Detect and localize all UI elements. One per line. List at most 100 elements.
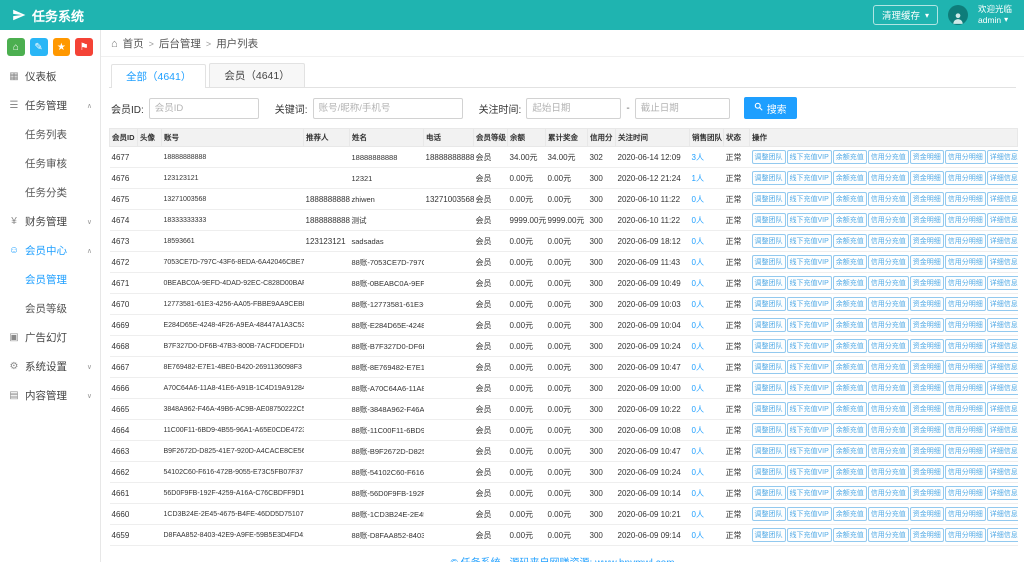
- keyword-input[interactable]: [313, 98, 463, 119]
- action-offline-recharge-vip-button[interactable]: 线下充值VIP: [787, 381, 832, 395]
- action-adjust-team-button[interactable]: 调整团队: [752, 528, 786, 542]
- action-credit-recharge-button[interactable]: 信用分充值: [868, 150, 909, 164]
- action-detail-info-button[interactable]: 详细信息: [987, 297, 1018, 311]
- action-fund-details-button[interactable]: 资金明细: [910, 486, 944, 500]
- action-balance-recharge-button[interactable]: 余额充值: [833, 213, 867, 227]
- action-credit-recharge-button[interactable]: 信用分充值: [868, 465, 909, 479]
- action-credit-details-button[interactable]: 信用分明细: [945, 255, 986, 269]
- sales-team-link[interactable]: 0人: [692, 258, 704, 267]
- action-adjust-team-button[interactable]: 调整团队: [752, 486, 786, 500]
- sales-team-link[interactable]: 0人: [692, 531, 704, 540]
- action-offline-recharge-vip-button[interactable]: 线下充值VIP: [787, 339, 832, 353]
- action-fund-details-button[interactable]: 资金明细: [910, 339, 944, 353]
- action-adjust-team-button[interactable]: 调整团队: [752, 234, 786, 248]
- clear-cache-button[interactable]: 清理缓存 ▾: [873, 5, 938, 25]
- action-detail-info-button[interactable]: 详细信息: [987, 192, 1018, 206]
- action-credit-recharge-button[interactable]: 信用分充值: [868, 234, 909, 248]
- action-fund-details-button[interactable]: 资金明细: [910, 444, 944, 458]
- sales-team-link[interactable]: 3人: [692, 153, 704, 162]
- sales-team-link[interactable]: 0人: [692, 510, 704, 519]
- sales-team-link[interactable]: 0人: [692, 300, 704, 309]
- action-offline-recharge-vip-button[interactable]: 线下充值VIP: [787, 297, 832, 311]
- action-adjust-team-button[interactable]: 调整团队: [752, 255, 786, 269]
- breadcrumb-item[interactable]: 用户列表: [216, 36, 258, 51]
- action-detail-info-button[interactable]: 详细信息: [987, 150, 1018, 164]
- action-fund-details-button[interactable]: 资金明细: [910, 276, 944, 290]
- action-adjust-team-button[interactable]: 调整团队: [752, 297, 786, 311]
- action-offline-recharge-vip-button[interactable]: 线下充值VIP: [787, 528, 832, 542]
- action-credit-recharge-button[interactable]: 信用分充值: [868, 276, 909, 290]
- action-detail-info-button[interactable]: 详细信息: [987, 276, 1018, 290]
- action-credit-details-button[interactable]: 信用分明细: [945, 402, 986, 416]
- footer-link[interactable]: www.hnymwl.com: [595, 558, 674, 562]
- sales-team-link[interactable]: 0人: [692, 447, 704, 456]
- action-detail-info-button[interactable]: 详细信息: [987, 318, 1018, 332]
- sales-team-link[interactable]: 0人: [692, 468, 704, 477]
- sales-team-link[interactable]: 0人: [692, 321, 704, 330]
- action-adjust-team-button[interactable]: 调整团队: [752, 192, 786, 206]
- sales-team-link[interactable]: 0人: [692, 195, 704, 204]
- action-balance-recharge-button[interactable]: 余额充值: [833, 381, 867, 395]
- sidebar-subitem-task-list[interactable]: 任务列表: [0, 120, 100, 149]
- action-fund-details-button[interactable]: 资金明细: [910, 423, 944, 437]
- action-credit-recharge-button[interactable]: 信用分充值: [868, 171, 909, 185]
- sales-team-link[interactable]: 0人: [692, 237, 704, 246]
- sidebar-item-content-management[interactable]: ▤内容管理∨: [0, 381, 100, 410]
- sales-team-link[interactable]: 0人: [692, 363, 704, 372]
- action-fund-details-button[interactable]: 资金明细: [910, 150, 944, 164]
- home-icon[interactable]: ⌂: [7, 38, 25, 56]
- action-fund-details-button[interactable]: 资金明细: [910, 213, 944, 227]
- action-balance-recharge-button[interactable]: 余额充值: [833, 339, 867, 353]
- action-fund-details-button[interactable]: 资金明细: [910, 507, 944, 521]
- action-balance-recharge-button[interactable]: 余额充值: [833, 171, 867, 185]
- avatar[interactable]: [948, 5, 968, 25]
- action-fund-details-button[interactable]: 资金明细: [910, 171, 944, 185]
- sidebar-subitem-member-level[interactable]: 会员等级: [0, 294, 100, 323]
- action-balance-recharge-button[interactable]: 余额充值: [833, 255, 867, 269]
- action-balance-recharge-button[interactable]: 余额充值: [833, 423, 867, 437]
- action-credit-details-button[interactable]: 信用分明细: [945, 297, 986, 311]
- action-offline-recharge-vip-button[interactable]: 线下充值VIP: [787, 255, 832, 269]
- action-balance-recharge-button[interactable]: 余额充值: [833, 297, 867, 311]
- action-credit-details-button[interactable]: 信用分明细: [945, 318, 986, 332]
- app-logo[interactable]: 任务系统: [12, 6, 84, 25]
- action-balance-recharge-button[interactable]: 余额充值: [833, 528, 867, 542]
- action-credit-details-button[interactable]: 信用分明细: [945, 192, 986, 206]
- sales-team-link[interactable]: 0人: [692, 216, 704, 225]
- action-detail-info-button[interactable]: 详细信息: [987, 528, 1018, 542]
- action-credit-recharge-button[interactable]: 信用分充值: [868, 318, 909, 332]
- action-credit-recharge-button[interactable]: 信用分充值: [868, 402, 909, 416]
- action-fund-details-button[interactable]: 资金明细: [910, 402, 944, 416]
- action-adjust-team-button[interactable]: 调整团队: [752, 150, 786, 164]
- sales-team-link[interactable]: 0人: [692, 405, 704, 414]
- action-offline-recharge-vip-button[interactable]: 线下充值VIP: [787, 444, 832, 458]
- action-offline-recharge-vip-button[interactable]: 线下充值VIP: [787, 360, 832, 374]
- action-balance-recharge-button[interactable]: 余额充值: [833, 192, 867, 206]
- action-credit-details-button[interactable]: 信用分明细: [945, 276, 986, 290]
- action-credit-recharge-button[interactable]: 信用分充值: [868, 507, 909, 521]
- action-credit-details-button[interactable]: 信用分明细: [945, 339, 986, 353]
- action-balance-recharge-button[interactable]: 余额充值: [833, 150, 867, 164]
- sales-team-link[interactable]: 0人: [692, 279, 704, 288]
- action-credit-recharge-button[interactable]: 信用分充值: [868, 528, 909, 542]
- action-detail-info-button[interactable]: 详细信息: [987, 486, 1018, 500]
- action-offline-recharge-vip-button[interactable]: 线下充值VIP: [787, 402, 832, 416]
- action-detail-info-button[interactable]: 详细信息: [987, 339, 1018, 353]
- action-detail-info-button[interactable]: 详细信息: [987, 171, 1018, 185]
- action-credit-recharge-button[interactable]: 信用分充值: [868, 213, 909, 227]
- action-detail-info-button[interactable]: 详细信息: [987, 402, 1018, 416]
- action-credit-details-button[interactable]: 信用分明细: [945, 381, 986, 395]
- action-fund-details-button[interactable]: 资金明细: [910, 234, 944, 248]
- action-adjust-team-button[interactable]: 调整团队: [752, 213, 786, 227]
- action-detail-info-button[interactable]: 详细信息: [987, 213, 1018, 227]
- action-credit-details-button[interactable]: 信用分明细: [945, 213, 986, 227]
- action-credit-recharge-button[interactable]: 信用分充值: [868, 423, 909, 437]
- action-adjust-team-button[interactable]: 调整团队: [752, 444, 786, 458]
- action-offline-recharge-vip-button[interactable]: 线下充值VIP: [787, 507, 832, 521]
- sidebar-item-system-settings[interactable]: ⚙系统设置∨: [0, 352, 100, 381]
- action-credit-details-button[interactable]: 信用分明细: [945, 234, 986, 248]
- action-offline-recharge-vip-button[interactable]: 线下充值VIP: [787, 318, 832, 332]
- action-credit-recharge-button[interactable]: 信用分充值: [868, 339, 909, 353]
- action-adjust-team-button[interactable]: 调整团队: [752, 339, 786, 353]
- sidebar-subitem-task-review[interactable]: 任务审核: [0, 149, 100, 178]
